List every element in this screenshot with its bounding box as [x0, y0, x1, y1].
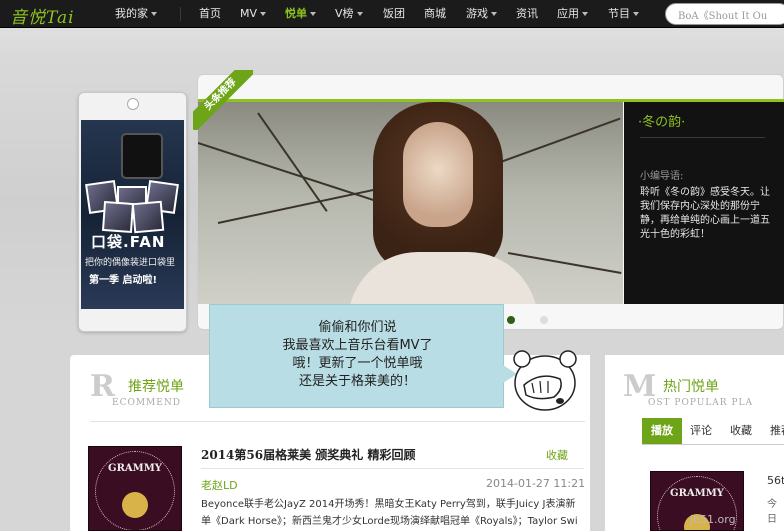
carousel-dot-active[interactable] [507, 316, 515, 324]
promo-title: 口袋.FAN [91, 233, 166, 251]
chevron-down-icon [310, 12, 316, 16]
watermark: jb51.org [690, 513, 736, 526]
branch [198, 142, 389, 206]
tab-comments[interactable]: 评论 [684, 418, 718, 444]
recommended-title: 推荐悦单 [128, 379, 184, 395]
popular-count: 56th [767, 474, 784, 487]
chevron-down-icon [491, 12, 497, 16]
side-description: 聆听《冬の韵》感受冬天。让我们保存内心深处的那份宁静，再给单纯的心画上一道五光十… [640, 187, 770, 240]
playlist-cover[interactable]: GRAMMY [88, 446, 182, 531]
portrait-shoulders [348, 252, 538, 304]
chevron-down-icon [582, 12, 588, 16]
banner-photo[interactable] [198, 102, 623, 304]
idol-photo [101, 200, 135, 234]
popular-title: 热门悦单 [663, 379, 719, 395]
nav-label: 商城 [424, 7, 446, 20]
nav-item-fanclub[interactable]: 饭团 [383, 0, 405, 28]
popular-subtitle: OST POPULAR PLA [648, 398, 753, 408]
speech-bubble: 偷偷和你们说 我最喜欢上音乐台看MV了 哦！更新了一个悦单哦 还是关于格莱美的！ [209, 304, 517, 408]
featured-banner[interactable]: ·冬の韵· 小编导语: 聆听《冬の韵》感受冬天。让我们保存内心深处的那份宁静，再… [197, 74, 784, 330]
nav-item-mv[interactable]: MV [240, 0, 267, 28]
nav-item-vchart[interactable]: V榜 [335, 0, 363, 28]
bubble-line: 还是关于格莱美的！ [298, 374, 416, 389]
tag-hole [127, 98, 139, 110]
promo-line1: 把你的偶像装进口袋里 [85, 258, 176, 268]
bubble-line: 哦！更新了一个悦单哦 [292, 356, 423, 371]
bubble-line: 偷偷和你们说 [318, 320, 397, 335]
branch [257, 112, 328, 212]
author-link[interactable]: 老赵LD [201, 477, 238, 493]
promo-image: 口袋.FAN 把你的偶像装进口袋里 第一季 启动啦! [81, 120, 184, 309]
bubble-text: 偷偷和你们说 我最喜欢上音乐台看MV了 哦！更新了一个悦单哦 还是关于格莱美的！ [210, 319, 505, 391]
tab-divider [642, 444, 784, 445]
nav-label: 应用 [557, 7, 579, 20]
top-navbar: 音悦Tai 我的家 首页 MV 悦单 V榜 饭团 商城 游戏 资讯 应用 节目 … [0, 0, 784, 28]
nav-item-games[interactable]: 游戏 [466, 0, 497, 28]
phone-icon [121, 133, 163, 179]
timestamp: 2014-01-27 11:21 [486, 477, 586, 490]
idol-photo [131, 200, 165, 234]
chevron-down-icon [151, 12, 157, 16]
chevron-down-icon [633, 12, 639, 16]
nav-label: V榜 [335, 7, 354, 20]
headline-ribbon: 头条推荐 [193, 70, 253, 130]
nav-divider [180, 7, 181, 21]
side-label: 小编导语: [640, 171, 684, 182]
nav-label: 资讯 [516, 7, 538, 20]
search-input[interactable]: BoA《Shout It Ou [665, 3, 784, 25]
pocket-fan-promo[interactable]: 口袋.FAN 把你的偶像装进口袋里 第一季 启动啦! [78, 92, 187, 332]
branch [217, 186, 385, 224]
favorite-link[interactable]: 收藏 [546, 447, 568, 463]
nav-item-apps[interactable]: 应用 [557, 0, 588, 28]
portrait-face [403, 122, 473, 227]
nav-label: MV [240, 7, 258, 20]
banner-side-panel: ·冬の韵· 小编导语: 聆听《冬の韵》感受冬天。让我们保存内心深处的那份宁静，再… [624, 102, 784, 304]
nav-label: 游戏 [466, 7, 488, 20]
cover-text: GRAMMY [670, 488, 724, 499]
recommended-subtitle: ECOMMEND [112, 398, 181, 408]
gramophone-icon [122, 492, 148, 518]
nav-item-shows[interactable]: 节目 [608, 0, 639, 28]
nav-label: 首页 [199, 7, 221, 20]
facepalm-bear-icon [513, 350, 577, 411]
nav-label: 悦单 [285, 7, 307, 20]
nav-label: 饭团 [383, 7, 405, 20]
branch [507, 252, 622, 274]
side-title[interactable]: ·冬の韵· [638, 111, 685, 130]
playlist-title[interactable]: 2014第56届格莱美 颁奖典礼 精彩回顾 [201, 446, 415, 463]
playlist-summary: Beyonce联手老公JayZ 2014开场秀！黑暗女王Katy Perry驾到… [201, 499, 578, 527]
ribbon-label: 头条推荐 [193, 70, 253, 130]
branch [497, 117, 621, 164]
nav-item-news[interactable]: 资讯 [516, 0, 538, 28]
nav-item-home[interactable]: 首页 [199, 0, 221, 28]
nav-label: 节目 [608, 7, 630, 20]
tab-recommend[interactable]: 推荐 [766, 418, 784, 444]
section-divider [90, 421, 585, 422]
article-divider [201, 468, 584, 469]
carousel-dot[interactable] [540, 316, 548, 324]
chevron-down-icon [260, 12, 267, 16]
cover-text: GRAMMY [108, 463, 162, 474]
nav-item-playlist[interactable]: 悦单 [285, 0, 316, 28]
side-divider [640, 137, 765, 138]
nav-label: 我的家 [115, 7, 148, 20]
tab-play[interactable]: 播放 [642, 418, 682, 444]
site-logo[interactable]: 音悦Tai [10, 3, 75, 28]
popular-today: 今日 [767, 499, 777, 525]
nav-item-shop[interactable]: 商城 [424, 0, 446, 28]
bubble-line: 我最喜欢上音乐台看MV了 [282, 338, 433, 353]
promo-line2: 第一季 启动啦! [89, 275, 158, 286]
nav-item-my-home[interactable]: 我的家 [115, 0, 157, 28]
tab-favorites[interactable]: 收藏 [724, 418, 758, 444]
chevron-down-icon [356, 12, 363, 16]
